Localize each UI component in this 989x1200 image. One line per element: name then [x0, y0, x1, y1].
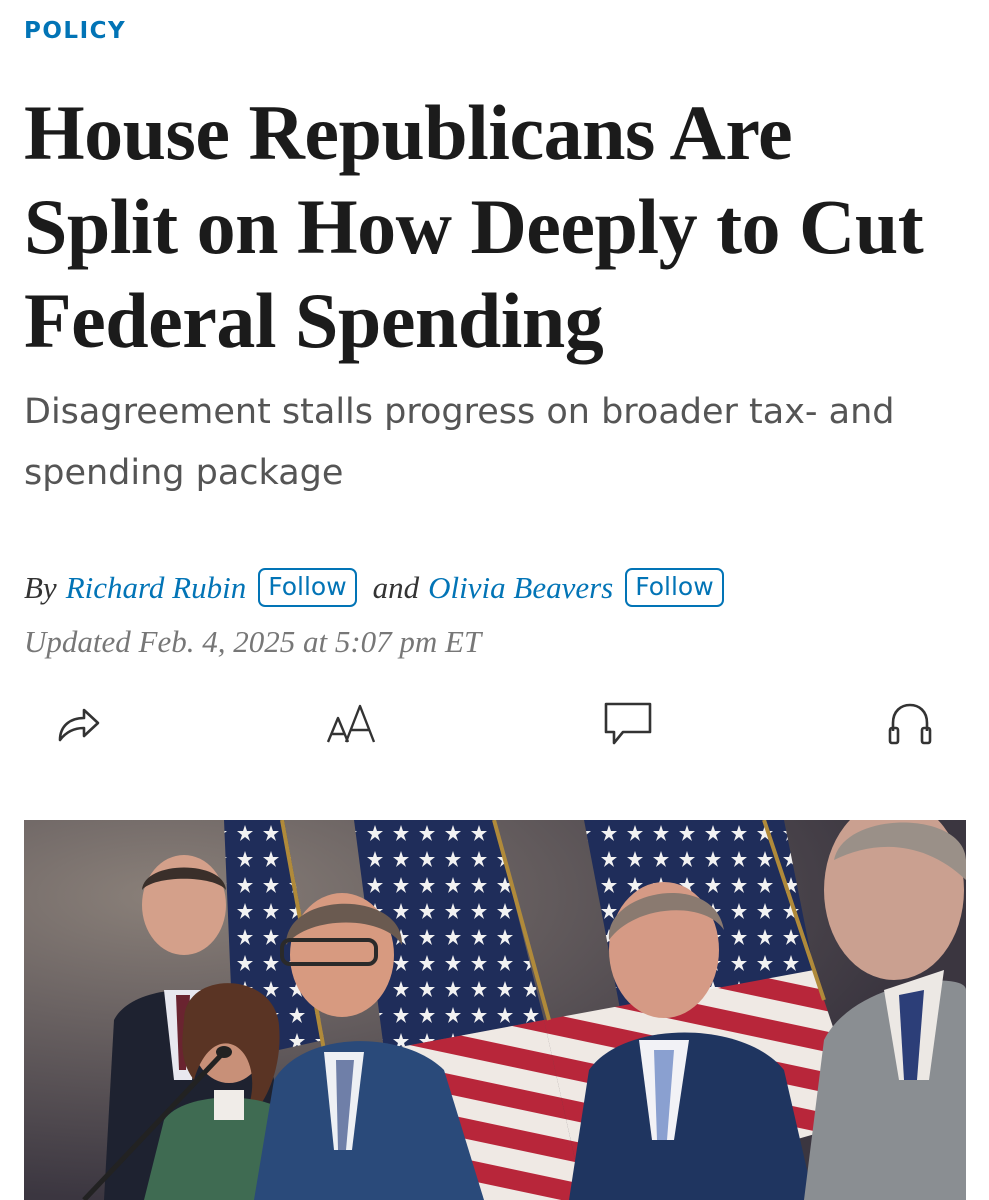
- listen-button[interactable]: [882, 696, 938, 752]
- headline: House Republicans Are Split on How Deepl…: [24, 89, 924, 364]
- byline-prefix: By: [24, 569, 57, 605]
- comments-button[interactable]: [600, 696, 656, 752]
- text-size-button[interactable]: [324, 696, 380, 752]
- press-conference-photo: [24, 820, 966, 1200]
- byline-joiner: and: [372, 569, 420, 605]
- lead-photo: [24, 820, 966, 1200]
- share-icon: [58, 708, 100, 742]
- byline: By Richard Rubin Follow and Olivia Beave…: [24, 568, 724, 607]
- comment-icon: [604, 702, 652, 745]
- text-size-icon: [326, 704, 376, 743]
- headphones-icon: [888, 703, 932, 745]
- share-button[interactable]: [50, 696, 106, 752]
- follow-button-1[interactable]: Follow: [258, 568, 357, 607]
- dek: Disagreement stalls progress on broader …: [24, 392, 895, 493]
- timestamp: Updated Feb. 4, 2025 at 5:07 pm ET: [24, 624, 482, 659]
- author-link-2[interactable]: Olivia Beavers: [428, 570, 613, 606]
- author-link-1[interactable]: Richard Rubin: [66, 570, 247, 606]
- section-label[interactable]: POLICY: [24, 18, 126, 44]
- follow-button-2[interactable]: Follow: [625, 568, 724, 607]
